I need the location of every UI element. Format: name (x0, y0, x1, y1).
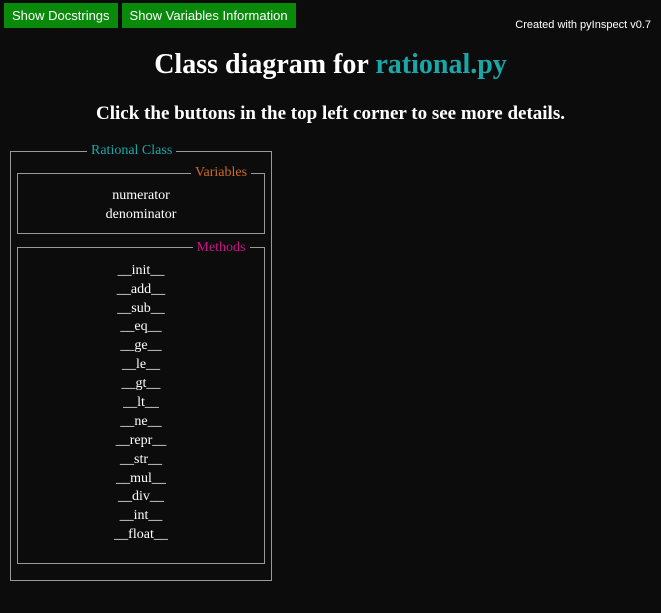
method-item: __add__ (22, 281, 260, 300)
method-item: __sub__ (22, 300, 260, 319)
variables-box: Variables numerator denominator (17, 165, 265, 234)
title-prefix: Class diagram for (154, 49, 375, 80)
methods-legend: Methods (193, 240, 250, 256)
credit-text: Created with pyInspect v0.7 (515, 3, 657, 31)
method-item: __eq__ (22, 318, 260, 337)
method-item: __div__ (22, 488, 260, 507)
variables-legend: Variables (191, 165, 251, 181)
method-item: __mul__ (22, 470, 260, 489)
subtitle: Click the buttons in the top left corner… (0, 103, 661, 125)
method-item: __int__ (22, 507, 260, 526)
class-legend: Rational Class (87, 143, 176, 159)
method-item: __le__ (22, 356, 260, 375)
methods-box: Methods __init__ __add__ __sub__ __eq__ … (17, 240, 265, 564)
method-item: __str__ (22, 451, 260, 470)
method-item: __gt__ (22, 375, 260, 394)
show-docstrings-button[interactable]: Show Docstrings (4, 3, 118, 28)
variable-item: numerator (22, 187, 260, 206)
method-item: __lt__ (22, 394, 260, 413)
method-item: __repr__ (22, 432, 260, 451)
class-box: Rational Class Variables numerator denom… (10, 143, 272, 581)
method-item: __ge__ (22, 337, 260, 356)
variable-item: denominator (22, 206, 260, 225)
diagram-area: Rational Class Variables numerator denom… (0, 125, 661, 581)
top-bar: Show Docstrings Show Variables Informati… (0, 0, 661, 31)
page-title: Class diagram for rational.py (0, 49, 661, 81)
method-item: __float__ (22, 526, 260, 545)
title-filename: rational.py (375, 49, 506, 80)
method-item: __init__ (22, 262, 260, 281)
method-item: __ne__ (22, 413, 260, 432)
show-variables-button[interactable]: Show Variables Information (122, 3, 296, 28)
